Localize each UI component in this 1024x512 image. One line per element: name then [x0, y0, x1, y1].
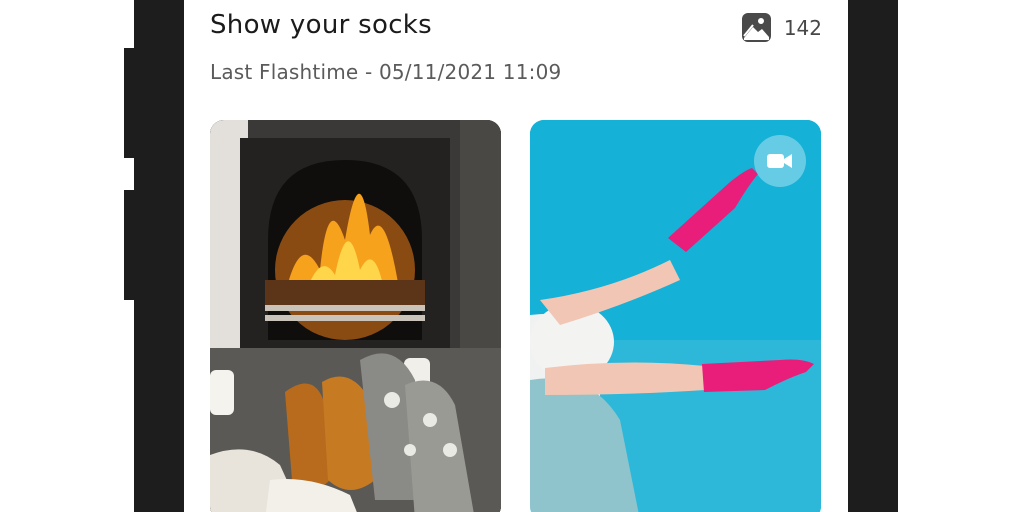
last-flashtime-label: Last Flashtime - 05/11/2021 11:09 [210, 60, 562, 84]
media-card-video[interactable] [530, 120, 821, 512]
video-badge [754, 135, 806, 187]
app-stage: Show your socks Last Flashtime - 05/11/2… [0, 0, 1024, 512]
media-count[interactable]: 142 [741, 12, 822, 43]
phone-bezel-left [134, 0, 184, 512]
phone-side-button [124, 190, 136, 300]
media-card-photo[interactable] [210, 120, 501, 512]
media-count-value: 142 [783, 15, 822, 40]
gallery-icon [741, 12, 772, 43]
video-camera-icon [767, 154, 792, 168]
post-screen: Show your socks Last Flashtime - 05/11/2… [184, 0, 848, 512]
phone-side-button [124, 48, 136, 158]
post-title: Show your socks [210, 10, 432, 40]
fireplace-socks-photo [210, 120, 501, 512]
phone-bezel-right [848, 0, 898, 512]
